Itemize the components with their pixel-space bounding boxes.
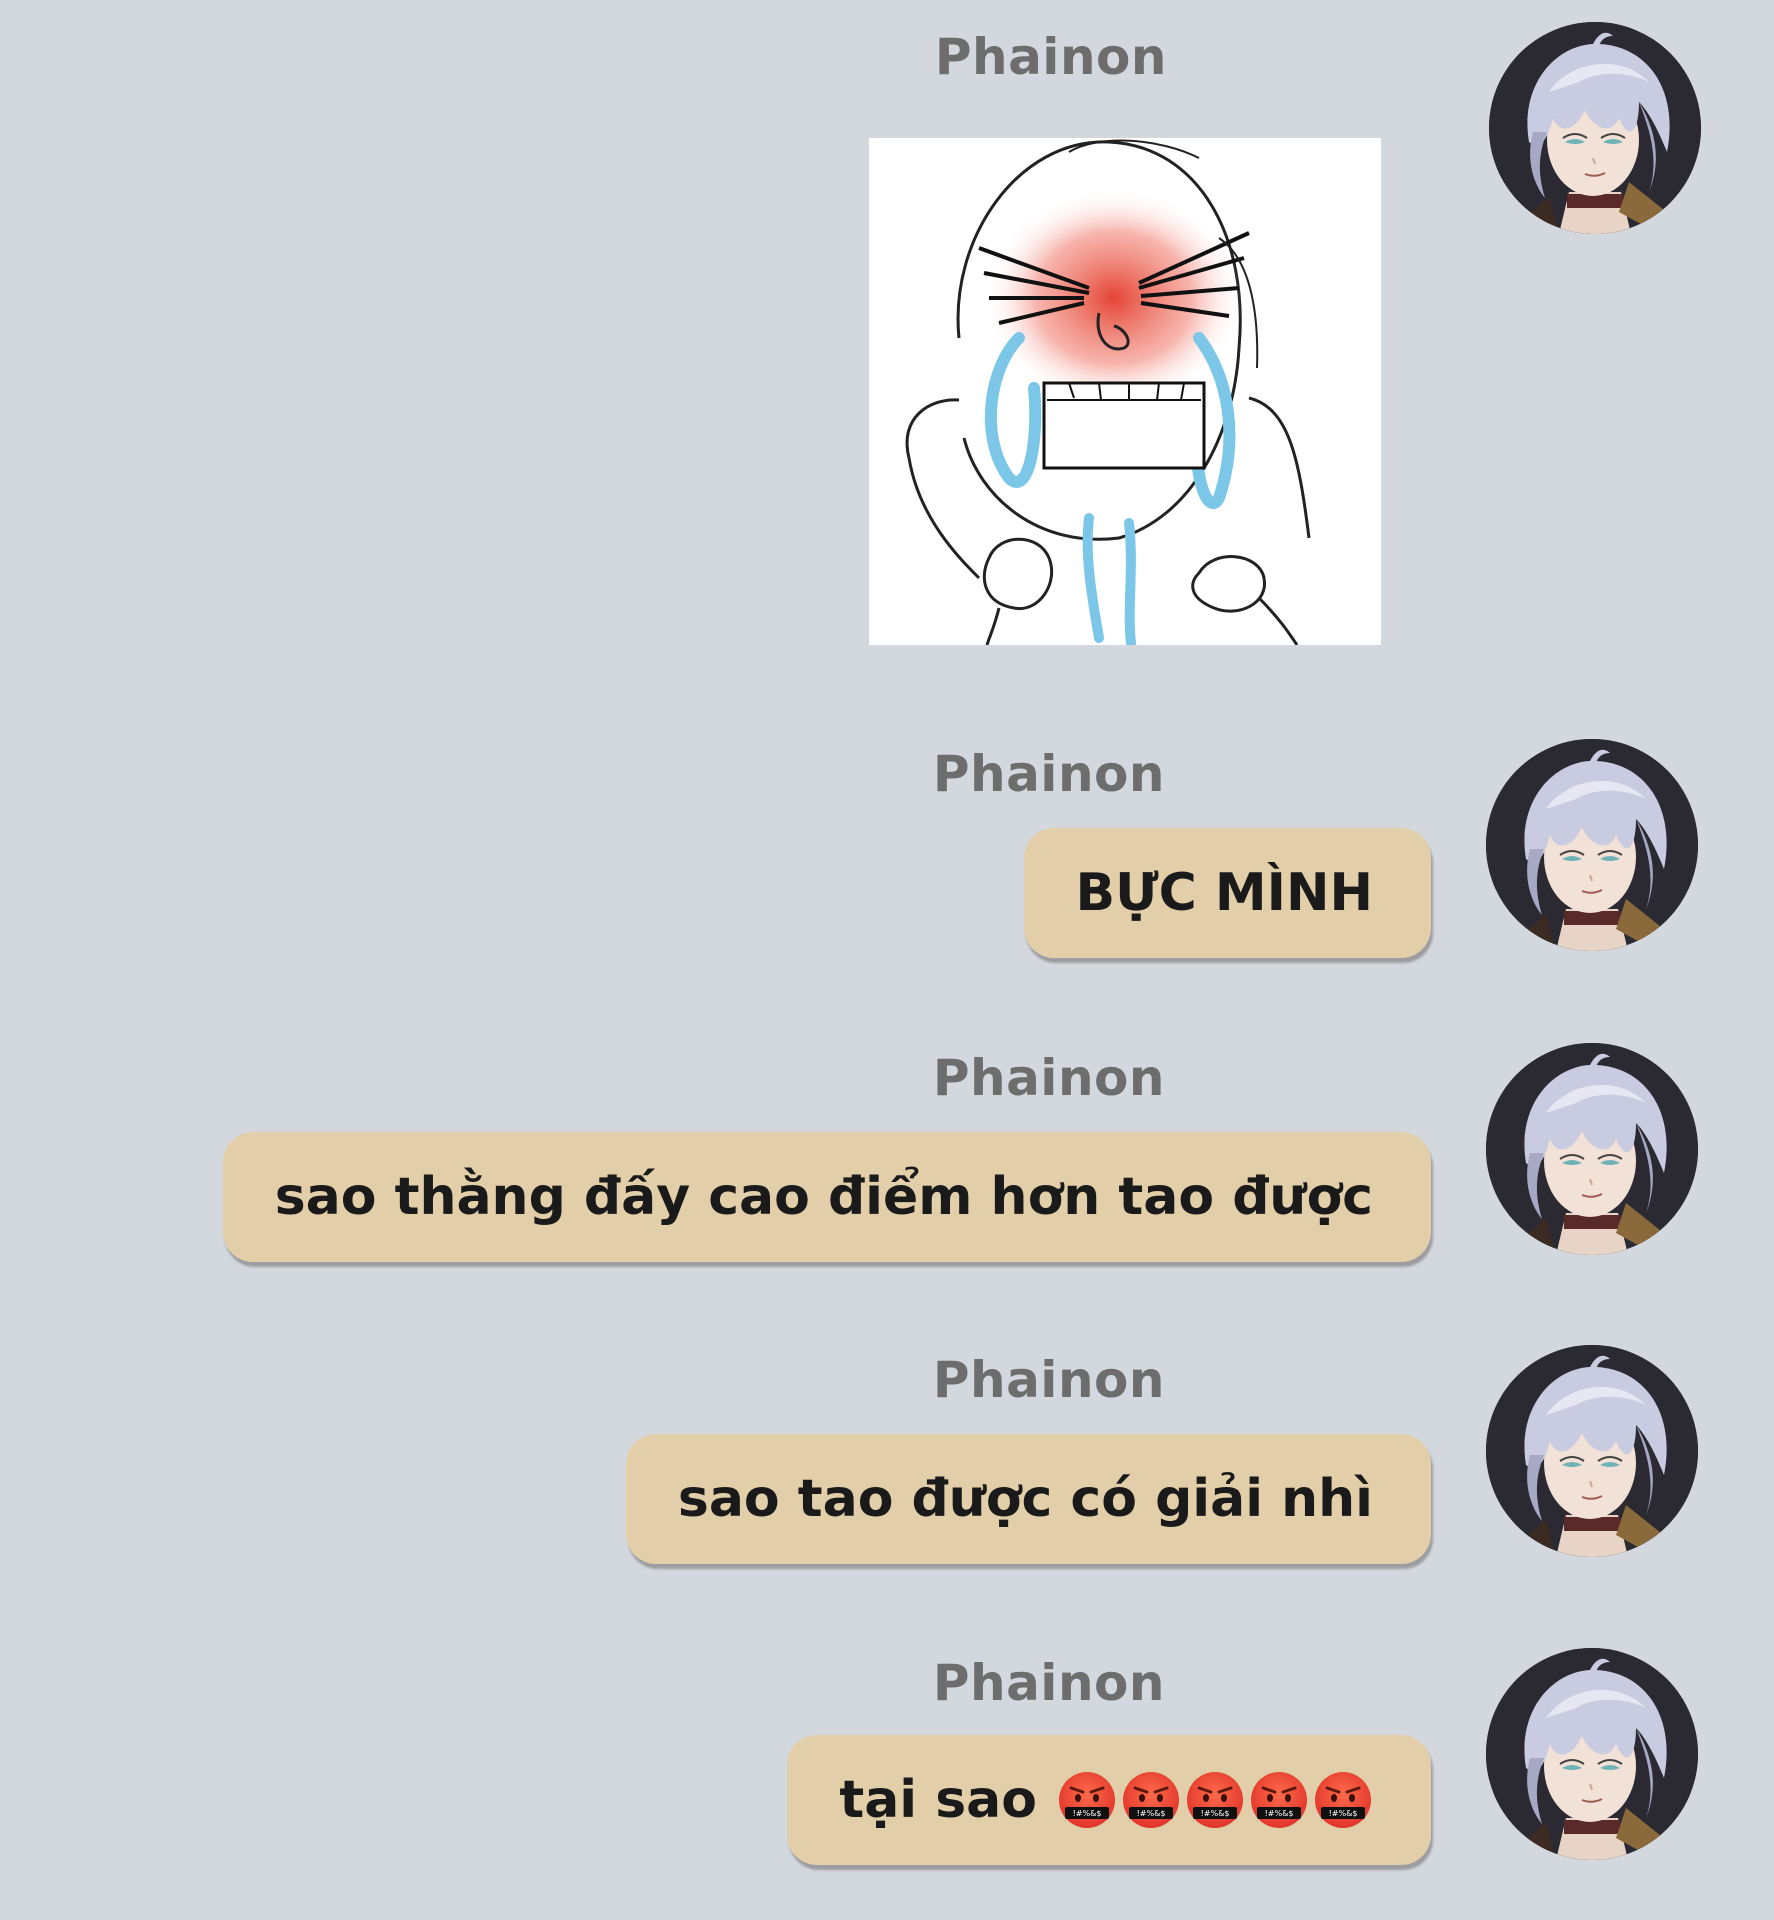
message-bubble[interactable]: sao tao được có giải nhì: [625, 1434, 1431, 1564]
crying-angry-sketch-sticker[interactable]: [869, 138, 1381, 645]
message-text: sao thằng đấy cao điểm hơn tao được: [274, 1167, 1373, 1227]
swearing-face-emoji-icon: [1249, 1770, 1309, 1830]
swearing-face-emoji-icon: [1313, 1770, 1373, 1830]
sender-name: Phainon: [932, 1049, 1165, 1107]
message-text: sao tao được có giải nhì: [677, 1469, 1373, 1529]
message-text: tại sao: [839, 1770, 1037, 1830]
phainon-avatar-icon: [1486, 1345, 1698, 1557]
message-text: BỰC MÌNH: [1075, 863, 1373, 923]
message-bubble[interactable]: BỰC MÌNH: [1023, 828, 1431, 958]
avatar[interactable]: [1486, 739, 1698, 951]
avatar[interactable]: [1486, 1345, 1698, 1557]
crying-angry-sketch-icon: [869, 138, 1381, 645]
swearing-face-emoji-icon: [1057, 1770, 1117, 1830]
sender-name: Phainon: [932, 1351, 1165, 1409]
sender-name: Phainon: [934, 28, 1167, 86]
phainon-avatar-icon: [1486, 1043, 1698, 1255]
swearing-face-emoji-icon: [1121, 1770, 1181, 1830]
avatar[interactable]: [1486, 1043, 1698, 1255]
message-bubble[interactable]: tại sao: [787, 1735, 1431, 1865]
sender-name: Phainon: [932, 1654, 1165, 1712]
emoji-row: [1057, 1770, 1373, 1830]
phainon-avatar-icon: [1486, 739, 1698, 951]
swearing-face-emoji-icon: [1185, 1770, 1245, 1830]
avatar[interactable]: [1489, 22, 1701, 234]
avatar[interactable]: [1486, 1648, 1698, 1860]
message-bubble[interactable]: sao thằng đấy cao điểm hơn tao được: [222, 1132, 1431, 1262]
phainon-avatar-icon: [1489, 22, 1701, 234]
sender-name: Phainon: [932, 745, 1165, 803]
phainon-avatar-icon: [1486, 1648, 1698, 1860]
